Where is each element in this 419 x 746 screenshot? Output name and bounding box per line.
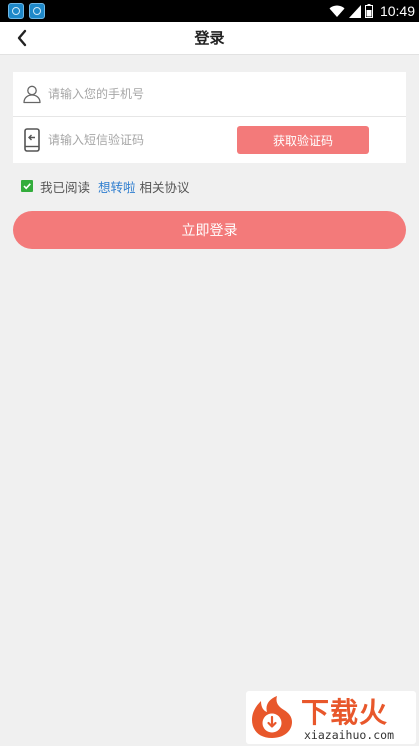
phone-field-row: [13, 72, 406, 117]
login-form: 获取验证码: [13, 72, 406, 163]
code-field-row: 获取验证码: [13, 118, 406, 163]
agreement-prefix: 我已阅读: [40, 179, 91, 195]
page-title: 登录: [194, 29, 225, 47]
app-icon: [29, 3, 45, 19]
watermark-url: xiazaihuo.com: [304, 728, 395, 742]
chevron-left-icon: [17, 29, 27, 47]
agreement-link[interactable]: 想转啦: [98, 177, 136, 196]
battery-icon: [364, 4, 373, 18]
agree-checkbox[interactable]: [21, 180, 33, 192]
status-bar: 10:49: [0, 0, 419, 22]
flame-logo-icon: [252, 696, 292, 738]
login-button[interactable]: 立即登录: [13, 211, 406, 249]
nav-bar: 登录: [0, 22, 419, 55]
agreement-row: 我已阅读 想转啦 相关协议: [21, 176, 190, 196]
sms-code-input[interactable]: [48, 126, 228, 154]
watermark: 下载火 xiazaihuo.com: [246, 691, 416, 744]
user-icon: [20, 81, 44, 107]
app-icon: [8, 3, 24, 19]
status-time: 10:49: [379, 3, 415, 19]
phone-input[interactable]: [48, 80, 388, 108]
check-icon: [23, 183, 31, 190]
back-button[interactable]: [10, 26, 34, 50]
wifi-icon: [329, 5, 345, 17]
phone-sms-icon: [20, 127, 44, 153]
agreement-suffix: 相关协议: [139, 179, 190, 195]
watermark-brand: 下载火: [301, 696, 389, 729]
status-icons: 10:49: [329, 0, 415, 22]
signal-icon: [348, 4, 361, 18]
get-code-button[interactable]: 获取验证码: [237, 126, 369, 154]
